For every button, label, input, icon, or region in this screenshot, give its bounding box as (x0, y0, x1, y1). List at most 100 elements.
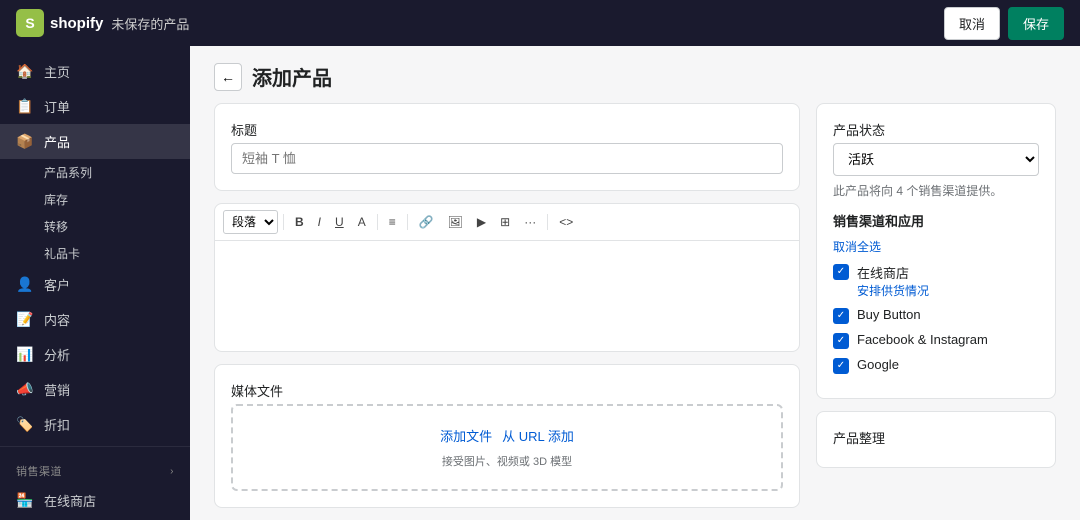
shopify-logo-icon: S (16, 9, 44, 37)
link-button[interactable]: 🔗 (413, 211, 440, 233)
logo-text: shopify (50, 15, 103, 32)
channel-sub-online-store[interactable]: 安排供货情况 (857, 282, 1039, 299)
font-color-button[interactable]: A (352, 211, 372, 233)
sidebar-item-label: 在线商店 (44, 491, 96, 510)
channel-item-online-store: ✓ 在线商店 安排供货情况 (833, 263, 1039, 299)
channel-name-facebook-instagram: Facebook & Instagram (857, 332, 1039, 347)
description-card: 段落 B I U A ≡ 🔗 🖼 ▶ ⊞ ··· (214, 203, 800, 352)
sidebar-item-inventory[interactable]: 库存 (44, 186, 190, 213)
shopify-logo: S shopify (16, 9, 103, 37)
online-store-icon: 🏪 (16, 492, 34, 509)
toolbar-divider-2 (377, 214, 378, 230)
channels-section-title: 销售渠道和应用 (833, 211, 1039, 230)
media-section-label: 媒体文件 (231, 381, 783, 400)
sidebar-item-label: 折扣 (44, 415, 70, 434)
page-unsaved-title: 未保存的产品 (111, 14, 189, 33)
channel-item-facebook-instagram: ✓ Facebook & Instagram (833, 332, 1039, 349)
align-button[interactable]: ≡ (383, 211, 402, 233)
checkbox-online-store[interactable]: ✓ (833, 264, 849, 280)
sidebar-item-marketing[interactable]: 📣 营销 (0, 372, 190, 407)
sidebar-item-label: 产品 (44, 132, 70, 151)
deselect-all-button[interactable]: 取消全选 (833, 238, 881, 255)
sidebar-item-products[interactable]: 📦 产品 (0, 124, 190, 159)
sidebar-item-label: 分析 (44, 345, 70, 364)
sidebar-subitem-label: 产品系列 (44, 164, 92, 181)
channel-item-buy-button: ✓ Buy Button (833, 307, 1039, 324)
orders-icon: 📋 (16, 98, 34, 115)
discounts-icon: 🏷️ (16, 416, 34, 433)
title-input[interactable] (231, 143, 783, 174)
title-field-label: 标题 (231, 120, 783, 139)
sidebar-item-online-store[interactable]: 🏪 在线商店 (0, 483, 190, 518)
bold-button[interactable]: B (289, 211, 310, 233)
sidebar-item-home[interactable]: 🏠 主页 (0, 54, 190, 89)
back-button[interactable]: ← (214, 63, 242, 91)
analytics-icon: 📊 (16, 346, 34, 363)
product-status-label: 产品状态 (833, 120, 1039, 139)
channel-name-buy-button: Buy Button (857, 307, 1039, 322)
sidebar: 🏠 主页 📋 订单 📦 产品 产品系列 库存 转移 (0, 0, 190, 520)
organization-card: 产品整理 (816, 411, 1056, 468)
products-icon: 📦 (16, 133, 34, 150)
media-hint: 接受图片、视频或 3D 模型 (442, 453, 572, 469)
sidebar-item-collections[interactable]: 产品系列 (44, 159, 190, 186)
checkbox-facebook-instagram[interactable]: ✓ (833, 333, 849, 349)
channel-item-google: ✓ Google (833, 357, 1039, 374)
sales-channels-section: 销售渠道 › (0, 451, 190, 483)
media-upload-area[interactable]: 添加文件 从 URL 添加 接受图片、视频或 3D 模型 (231, 404, 783, 491)
page-header: ← 添加产品 (190, 46, 1080, 103)
channel-name-online-store: 在线商店 (857, 263, 1039, 282)
title-card: 标题 (214, 103, 800, 191)
marketing-icon: 📣 (16, 381, 34, 398)
customers-icon: 👤 (16, 276, 34, 293)
status-hint: 此产品将向 4 个销售渠道提供。 (833, 182, 1039, 199)
toolbar-divider-3 (407, 214, 408, 230)
toolbar-divider (283, 214, 284, 230)
code-button[interactable]: <> (553, 211, 579, 233)
content-icon: 📝 (16, 311, 34, 328)
save-button[interactable]: 保存 (1008, 7, 1064, 40)
media-upload-links: 添加文件 从 URL 添加 (440, 426, 574, 445)
channels-list: ✓ 在线商店 安排供货情况 ✓ Buy Button (833, 263, 1039, 374)
paragraph-select[interactable]: 段落 (223, 210, 278, 234)
table-button[interactable]: ⊞ (494, 211, 516, 233)
sidebar-item-label: 客户 (44, 275, 70, 294)
description-editor[interactable] (215, 241, 799, 351)
cancel-button[interactable]: 取消 (944, 7, 1000, 40)
add-file-link[interactable]: 添加文件 (440, 426, 492, 445)
sidebar-subitem-label: 转移 (44, 218, 68, 235)
sidebar-item-label: 营销 (44, 380, 70, 399)
home-icon: 🏠 (16, 63, 34, 80)
sidebar-subitem-label: 库存 (44, 191, 68, 208)
status-select[interactable]: 活跃 (833, 143, 1039, 176)
main-content: ← 添加产品 标题 段落 B (190, 0, 1080, 520)
add-url-link[interactable]: 从 URL 添加 (502, 426, 574, 445)
video-button[interactable]: ▶ (471, 211, 492, 233)
checkbox-google[interactable]: ✓ (833, 358, 849, 374)
sidebar-item-transfers[interactable]: 转移 (44, 213, 190, 240)
more-button[interactable]: ··· (518, 211, 542, 233)
sidebar-subitem-label: 礼品卡 (44, 245, 80, 262)
sidebar-item-analytics[interactable]: 📊 分析 (0, 337, 190, 372)
sidebar-item-gift-cards[interactable]: 礼品卡 (44, 240, 190, 267)
chevron-icon: › (170, 466, 174, 477)
sidebar-item-customers[interactable]: 👤 客户 (0, 267, 190, 302)
media-card: 媒体文件 添加文件 从 URL 添加 接受图片、视频或 3D 模型 (214, 364, 800, 508)
sidebar-item-label: 订单 (44, 97, 70, 116)
toolbar-divider-4 (547, 214, 548, 230)
product-status-card: 产品状态 活跃 此产品将向 4 个销售渠道提供。 销售渠道和应用 取消全选 ✓ … (816, 103, 1056, 399)
organization-label: 产品整理 (833, 428, 1039, 447)
checkbox-buy-button[interactable]: ✓ (833, 308, 849, 324)
image-button[interactable]: 🖼 (442, 211, 469, 233)
sidebar-item-label: 主页 (44, 62, 70, 81)
italic-button[interactable]: I (312, 211, 327, 233)
section-label-text: 销售渠道 (16, 463, 62, 479)
page-title: 添加产品 (252, 62, 332, 91)
channel-name-google: Google (857, 357, 1039, 372)
sidebar-item-orders[interactable]: 📋 订单 (0, 89, 190, 124)
underline-button[interactable]: U (329, 211, 350, 233)
sidebar-item-content[interactable]: 📝 内容 (0, 302, 190, 337)
sidebar-item-discounts[interactable]: 🏷️ 折扣 (0, 407, 190, 442)
topbar-actions: 取消 保存 (944, 7, 1064, 40)
sidebar-item-label: 内容 (44, 310, 70, 329)
